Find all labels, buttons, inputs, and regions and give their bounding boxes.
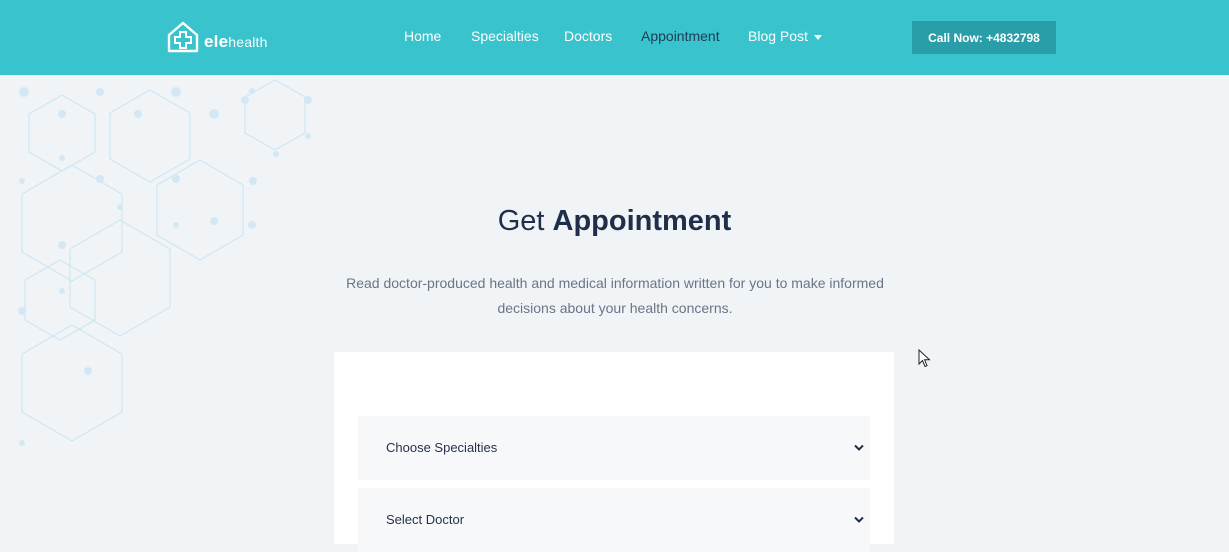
hexagon-pattern-decoration (18, 79, 312, 446)
page-title-bold: Appointment (552, 205, 732, 237)
nav-blog-post[interactable]: Blog Post (748, 28, 822, 44)
page-title-light: Get (497, 205, 545, 237)
nav-blog-post-label: Blog Post (748, 28, 808, 44)
mouse-cursor-icon (918, 349, 931, 368)
intro-description: Read doctor-produced health and medical … (346, 275, 884, 316)
nav-specialties[interactable]: Specialties (471, 28, 539, 44)
page-title: Get Appointment (0, 205, 1229, 238)
call-now-button[interactable]: Call Now: +4832798 (912, 21, 1056, 54)
chevron-down-icon (854, 444, 864, 451)
nav-appointment[interactable]: Appointment (641, 28, 720, 44)
doctor-select-value: Select Doctor (386, 512, 465, 527)
specialty-select-value: Choose Specialties (386, 440, 498, 455)
specialty-select[interactable]: Choose Specialties (358, 416, 870, 480)
appointment-form-card: Choose Specialties Select Doctor (334, 352, 894, 552)
nav-home[interactable]: Home (404, 28, 441, 44)
nav-doctors[interactable]: Doctors (564, 28, 612, 44)
caret-down-icon (813, 34, 822, 40)
doctor-select[interactable]: Select Doctor (358, 488, 870, 552)
chevron-down-icon (854, 516, 864, 523)
top-navigation-bar: elehealth Home Specialties Doctors Appoi… (0, 0, 1229, 75)
